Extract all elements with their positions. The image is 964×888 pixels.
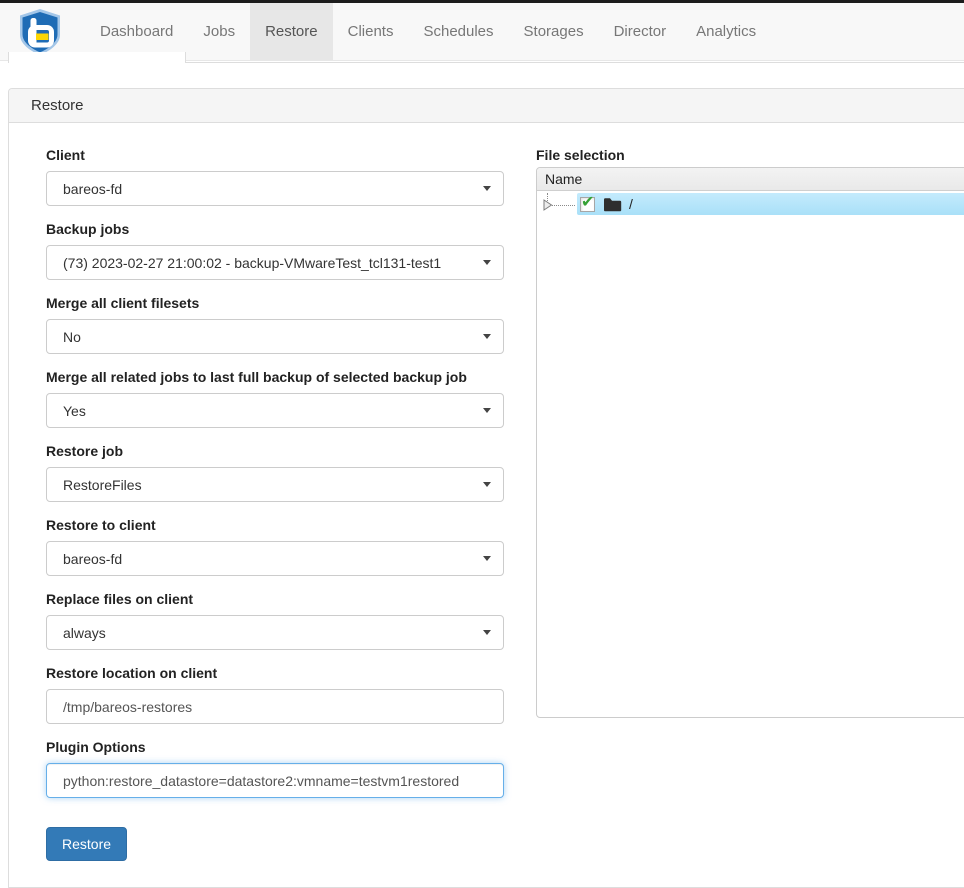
form-group-merge-filesets: Merge all client filesets No [46, 295, 504, 354]
client-label: Client [46, 147, 504, 163]
active-subtab[interactable] [8, 52, 186, 63]
restore-location-label: Restore location on client [46, 665, 504, 681]
tree-expand-icon[interactable] [542, 199, 553, 211]
chevron-down-icon [483, 186, 491, 191]
chevron-down-icon [483, 482, 491, 487]
chevron-down-icon [483, 260, 491, 265]
nav-item-restore[interactable]: Restore [250, 3, 333, 60]
node-label: / [629, 196, 633, 212]
chevron-down-icon [483, 334, 491, 339]
merge-related-label: Merge all related jobs to last full back… [46, 369, 504, 385]
form-group-plugin-options: Plugin Options [46, 739, 504, 798]
form-group-backup-jobs: Backup jobs (73) 2023-02-27 21:00:02 - b… [46, 221, 504, 280]
merge-filesets-label: Merge all client filesets [46, 295, 504, 311]
form-group-restore-job: Restore job RestoreFiles [46, 443, 504, 502]
file-selection-title: File selection [536, 147, 964, 163]
chevron-down-icon [483, 408, 491, 413]
form-group-restore-to-client: Restore to client bareos-fd [46, 517, 504, 576]
nav-tabs: Dashboard Jobs Restore Clients Schedules… [85, 3, 771, 60]
replace-files-select-value: always [63, 625, 483, 641]
nav-item-clients[interactable]: Clients [333, 3, 409, 60]
client-select-value: bareos-fd [63, 181, 483, 197]
subtab-divider [186, 62, 964, 63]
restore-job-select[interactable]: RestoreFiles [46, 467, 504, 502]
folder-icon [603, 197, 622, 212]
merge-filesets-select[interactable]: No [46, 319, 504, 354]
form-group-client: Client bareos-fd [46, 147, 504, 206]
plugin-options-label: Plugin Options [46, 739, 504, 755]
bareos-logo[interactable] [17, 8, 63, 56]
merge-related-select-value: Yes [63, 403, 483, 419]
restore-panel: Restore Client bareos-fd Backup jobs (73… [8, 88, 964, 888]
form-group-merge-related: Merge all related jobs to last full back… [46, 369, 504, 428]
restore-form: Client bareos-fd Backup jobs (73) 2023-0… [46, 147, 504, 861]
file-selection-section: File selection Name ✔ [536, 147, 964, 718]
restore-button[interactable]: Restore [46, 827, 127, 861]
nav-item-storages[interactable]: Storages [509, 3, 599, 60]
replace-files-select[interactable]: always [46, 615, 504, 650]
plugin-options-input[interactable] [46, 763, 504, 798]
chevron-down-icon [483, 630, 491, 635]
chevron-down-icon [483, 556, 491, 561]
restore-job-label: Restore job [46, 443, 504, 459]
tree-column-header: Name [537, 168, 964, 191]
node-checkbox[interactable]: ✔ [580, 197, 595, 212]
restore-location-input[interactable] [46, 689, 504, 724]
backup-jobs-select-value: (73) 2023-02-27 21:00:02 - backup-VMware… [63, 255, 483, 271]
tree-connector [537, 193, 577, 215]
restore-to-client-select[interactable]: bareos-fd [46, 541, 504, 576]
nav-item-schedules[interactable]: Schedules [408, 3, 508, 60]
restore-to-client-label: Restore to client [46, 517, 504, 533]
restore-job-select-value: RestoreFiles [63, 477, 483, 493]
backup-jobs-select[interactable]: (73) 2023-02-27 21:00:02 - backup-VMware… [46, 245, 504, 280]
nav-item-analytics[interactable]: Analytics [681, 3, 771, 60]
restore-to-client-select-value: bareos-fd [63, 551, 483, 567]
tree-node-root[interactable]: ✔ / [577, 193, 964, 215]
shield-logo-icon [17, 8, 63, 56]
merge-related-select[interactable]: Yes [46, 393, 504, 428]
panel-body: Client bareos-fd Backup jobs (73) 2023-0… [9, 123, 964, 888]
check-icon: ✔ [581, 192, 594, 212]
form-group-replace-files: Replace files on client always [46, 591, 504, 650]
file-tree-panel: Name ✔ [536, 167, 964, 718]
nav-item-director[interactable]: Director [599, 3, 682, 60]
nav-item-jobs[interactable]: Jobs [188, 3, 250, 60]
backup-jobs-label: Backup jobs [46, 221, 504, 237]
form-group-restore-location: Restore location on client [46, 665, 504, 724]
merge-filesets-select-value: No [63, 329, 483, 345]
client-select[interactable]: bareos-fd [46, 171, 504, 206]
replace-files-label: Replace files on client [46, 591, 504, 607]
panel-title: Restore [9, 89, 964, 123]
tree-row: ✔ / [537, 193, 964, 215]
